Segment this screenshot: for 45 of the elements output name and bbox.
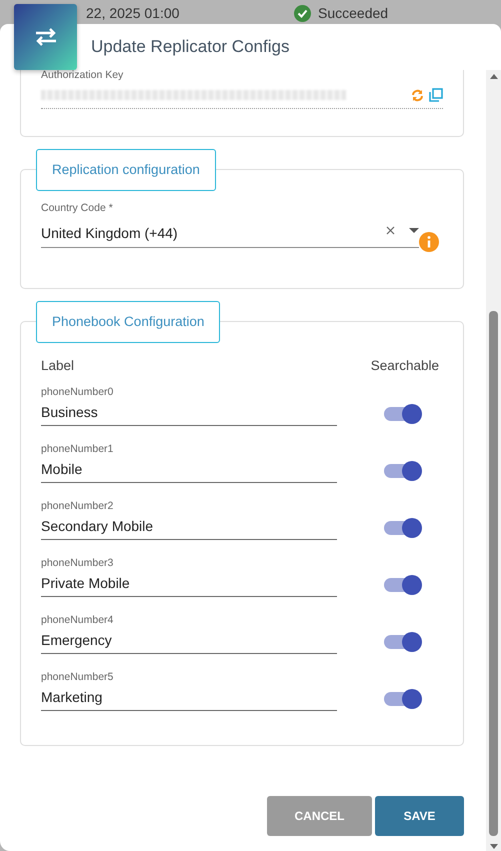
field-value: Mobile: [41, 461, 84, 477]
save-button[interactable]: SAVE: [375, 796, 464, 836]
searchable-toggle[interactable]: [384, 520, 420, 534]
field-label: phoneNumber0: [41, 386, 114, 398]
label-field[interactable]: phoneNumber1 Mobile: [41, 443, 337, 483]
dialog-title: Update Replicator Configs: [91, 37, 290, 57]
status-text: Succeeded: [318, 5, 388, 22]
select-value: United Kingdom (+44): [41, 225, 179, 241]
field-label: phoneNumber5: [41, 671, 114, 683]
searchable-toggle[interactable]: [384, 578, 420, 592]
scroll-down-icon[interactable]: [490, 844, 498, 849]
searchable-toggle[interactable]: [384, 406, 420, 420]
field-value: Secondary Mobile: [41, 518, 154, 534]
field-label: Country Code *: [41, 202, 114, 214]
scroll-thumb[interactable]: [489, 311, 498, 836]
field-label: phoneNumber1: [41, 443, 114, 455]
scroll-up-icon[interactable]: [490, 74, 498, 79]
label-field[interactable]: phoneNumber2 Secondary Mobile: [41, 500, 337, 540]
field-value: Emergency: [41, 632, 113, 648]
label-field[interactable]: phoneNumber3 Private Mobile: [41, 557, 337, 597]
label-field[interactable]: phoneNumber0 Business: [41, 386, 337, 426]
label-field[interactable]: phoneNumber5 Marketing: [41, 671, 337, 711]
scrollbar[interactable]: [486, 70, 501, 851]
clear-icon[interactable]: [386, 226, 395, 235]
swap-arrows-icon: [34, 28, 56, 46]
country-select[interactable]: Country Code * United Kingdom (+44): [41, 202, 419, 248]
column-header: Label: [41, 358, 74, 373]
section-legend: Phonebook Configuration: [36, 301, 220, 343]
check-icon: [294, 5, 311, 22]
label-field[interactable]: phoneNumber4 Emergency: [41, 614, 337, 654]
copy-icon[interactable]: [429, 88, 443, 102]
field-label: phoneNumber3: [41, 557, 114, 569]
searchable-toggle[interactable]: [384, 634, 420, 648]
field-label: Authorization Key: [41, 70, 124, 80]
field-label: phoneNumber2: [41, 500, 114, 512]
field-value: Private Mobile: [41, 575, 131, 591]
field-value: Marketing: [41, 689, 104, 705]
section-legend: Replication configuration: [36, 149, 216, 191]
searchable-toggle[interactable]: [384, 692, 420, 706]
column-header: Searchable: [370, 358, 439, 373]
field-value: Business: [41, 404, 99, 420]
searchable-toggle[interactable]: [384, 464, 420, 478]
field-label: phoneNumber4: [41, 614, 114, 626]
date-text: 22, 2025 01:00: [86, 5, 180, 22]
caret-icon[interactable]: [409, 228, 419, 234]
